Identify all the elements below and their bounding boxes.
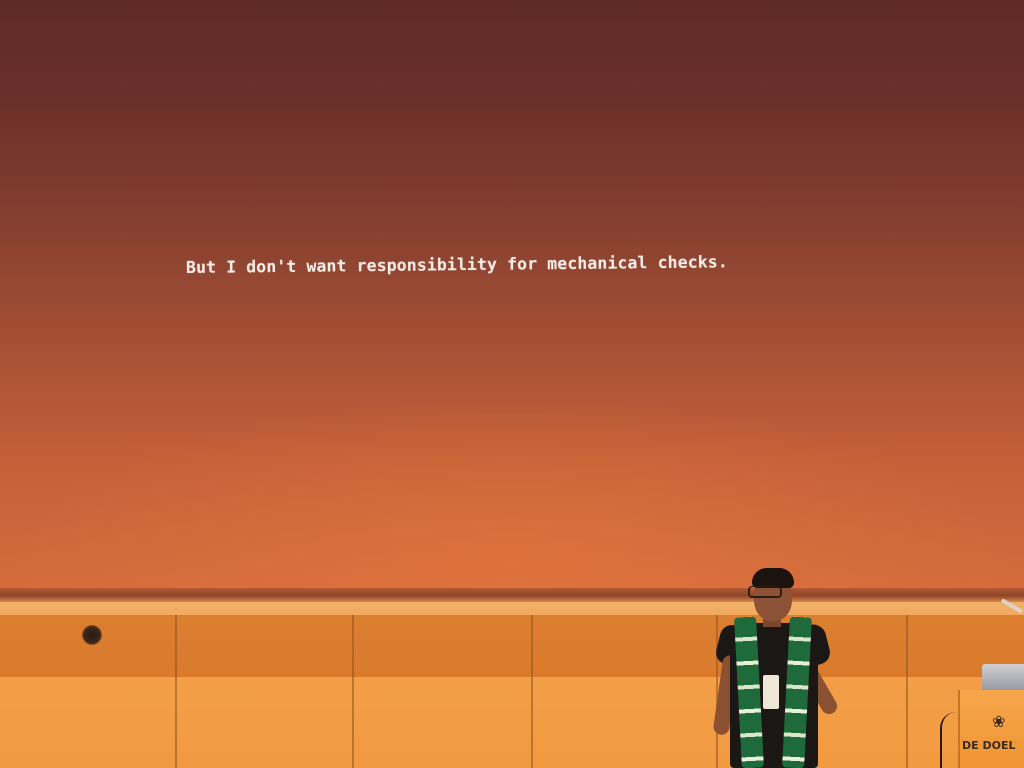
speaker-person (700, 565, 850, 768)
wall-panel-seam (531, 615, 533, 768)
wall-panel-seam (175, 615, 177, 768)
stage-wall-band (0, 615, 1024, 677)
clover-logo-icon: ❀ (992, 712, 1006, 731)
wall-speaker-icon (82, 625, 102, 645)
name-badge (763, 675, 779, 709)
podium-label: DE DOEL (962, 739, 1016, 752)
wall-panel-seam (352, 615, 354, 768)
glasses-icon (748, 586, 782, 598)
stage-wall-lower (0, 677, 1024, 768)
projection-screen: But I don't want responsibility for mech… (0, 0, 1024, 592)
cable (940, 712, 958, 768)
hair (752, 568, 794, 588)
laptop (982, 664, 1024, 690)
slide-text: But I don't want responsibility for mech… (185, 252, 728, 277)
screen-bottom-edge (0, 588, 1024, 602)
wall-panel-seam (906, 615, 908, 768)
